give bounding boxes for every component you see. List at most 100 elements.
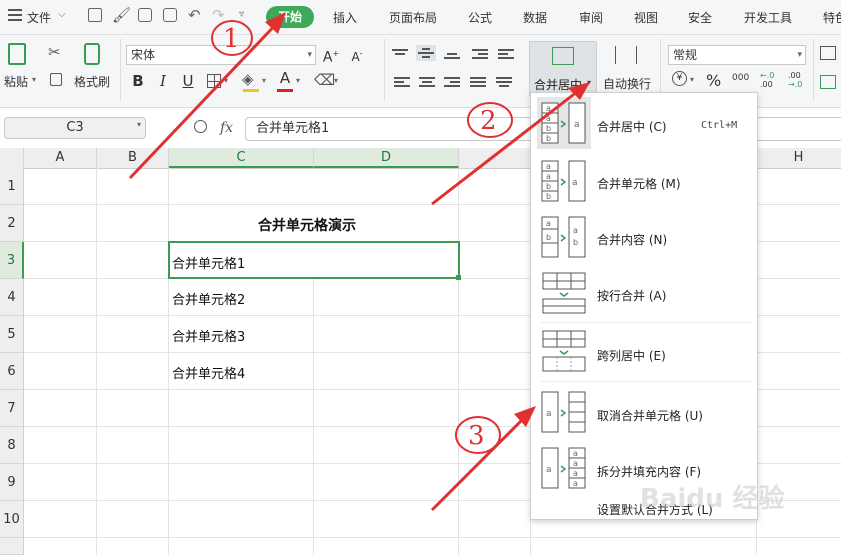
table-style-icon[interactable]	[820, 46, 836, 60]
distributed-icon[interactable]	[496, 75, 512, 89]
cell-c5[interactable]: 合并单元格3	[172, 326, 245, 345]
number-format-select[interactable]: 常规 ▾	[668, 45, 806, 65]
font-color-button[interactable]: A	[276, 69, 294, 87]
fx-button[interactable]: fx	[220, 120, 233, 136]
shrink-font-icon[interactable]: A-	[348, 45, 366, 64]
menu-item-merge-center[interactable]: aabb a 合并居中 (C) Ctrl+M	[531, 95, 757, 153]
cut-icon[interactable]: ✂	[48, 43, 61, 61]
name-box[interactable]: C3	[4, 117, 146, 139]
menu-item-merge-cells[interactable]: aabb a 合并单元格 (M)	[531, 155, 757, 209]
menu-item-merge-by-row[interactable]: 按行合并 (A)	[531, 267, 757, 321]
print-icon[interactable]	[138, 8, 152, 22]
italic-button[interactable]: I	[154, 72, 172, 90]
undo-icon[interactable]: ↶	[188, 6, 201, 24]
column-header-e[interactable]	[459, 148, 531, 168]
increase-indent-icon[interactable]	[498, 47, 514, 61]
row-header-8[interactable]: 8	[0, 427, 24, 464]
redo-icon[interactable]: ↷	[212, 6, 225, 24]
tab-formulas[interactable]: 公式	[468, 9, 492, 26]
chevron-down-icon[interactable]: ⌵	[58, 9, 66, 20]
row-header-4[interactable]: 4	[0, 279, 24, 316]
wrap-text-button[interactable]: 自动换行	[603, 75, 651, 92]
wrap-text-icon[interactable]	[615, 46, 637, 64]
format-painter-big-icon[interactable]	[84, 43, 100, 65]
cell-c6[interactable]: 合并单元格4	[172, 363, 245, 382]
thousands-button[interactable]: 000	[732, 73, 749, 83]
row-header-11[interactable]	[0, 538, 24, 555]
format-painter-icon[interactable]: 🖌	[112, 6, 131, 24]
chevron-down-icon[interactable]: ▾	[690, 75, 694, 84]
tab-data[interactable]: 数据	[523, 9, 547, 26]
grow-font-icon[interactable]: A+	[322, 45, 340, 66]
align-right-icon[interactable]	[444, 75, 460, 89]
align-middle-icon[interactable]	[416, 45, 436, 61]
tab-developer[interactable]: 开发工具	[744, 9, 792, 26]
row-header-5[interactable]: 5	[0, 316, 24, 353]
column-header-d[interactable]: D	[314, 148, 459, 168]
copy-icon[interactable]	[50, 73, 62, 86]
clear-format-icon[interactable]: ⌫	[314, 71, 335, 89]
tab-start[interactable]: 开始	[266, 6, 314, 28]
align-left-icon[interactable]	[394, 75, 410, 89]
decrease-indent-icon[interactable]	[472, 47, 488, 61]
tab-review[interactable]: 审阅	[579, 9, 603, 26]
tab-security[interactable]: 安全	[688, 9, 712, 26]
save-icon[interactable]	[88, 8, 102, 22]
row-header-2[interactable]: 2	[0, 205, 24, 242]
underline-button[interactable]: U	[179, 72, 197, 90]
cell-c4[interactable]: 合并单元格2	[172, 289, 245, 308]
tab-insert[interactable]: 插入	[333, 9, 357, 26]
print-preview-icon[interactable]	[163, 8, 177, 22]
menu-item-center-across[interactable]: 跨列居中 (E)	[531, 325, 757, 379]
currency-icon[interactable]: ¥	[672, 71, 687, 86]
row-header-3[interactable]: 3	[0, 242, 24, 279]
column-header-h[interactable]: H	[756, 148, 841, 168]
bold-button[interactable]: B	[129, 72, 147, 90]
tab-page-layout[interactable]: 页面布局	[389, 9, 437, 26]
font-name-select[interactable]: 宋体 ▾	[126, 45, 316, 65]
format-painter-button[interactable]: 格式刷	[74, 73, 110, 90]
row-header-9[interactable]: 9	[0, 464, 24, 501]
chevron-down-icon[interactable]: ▾	[296, 76, 300, 85]
align-top-icon[interactable]	[392, 47, 408, 61]
tab-features[interactable]: 特色	[823, 9, 841, 26]
paste-icon[interactable]	[8, 43, 26, 65]
row-header-7[interactable]: 7	[0, 390, 24, 427]
file-menu[interactable]: 文件	[27, 9, 51, 26]
menu-item-merge-content[interactable]: ab ab 合并内容 (N)	[531, 211, 757, 265]
chevron-down-icon[interactable]: ▾	[334, 76, 338, 85]
row-header-6[interactable]: 6	[0, 353, 24, 390]
conditional-format-icon[interactable]	[820, 75, 836, 89]
percent-button[interactable]: %	[706, 71, 721, 90]
tab-view[interactable]: 视图	[634, 9, 658, 26]
column-header-b[interactable]: B	[97, 148, 169, 168]
justify-icon[interactable]	[470, 75, 486, 89]
svg-text:a: a	[573, 459, 578, 468]
menu-item-unmerge[interactable]: a 取消合并单元格 (U)	[531, 385, 757, 441]
column-header-c[interactable]: C	[169, 148, 314, 168]
merged-title-cell[interactable]: 合并单元格演示	[258, 215, 356, 235]
hamburger-icon[interactable]	[8, 9, 22, 21]
watermark-logo: Baidu 经验	[640, 484, 785, 514]
chevron-down-icon[interactable]: ▾	[224, 76, 228, 85]
row-header-1[interactable]: 1	[0, 168, 24, 205]
chevron-down-icon[interactable]: ▾	[262, 76, 266, 85]
zoom-lookup-icon[interactable]	[194, 120, 207, 133]
row-header-10[interactable]: 10	[0, 501, 24, 538]
paste-chevron-icon[interactable]: ▾	[32, 75, 36, 84]
align-bottom-icon[interactable]	[444, 47, 460, 61]
customize-icon[interactable]: ▿	[239, 9, 244, 20]
merge-center-button[interactable]: 合并居中 ▾	[529, 41, 597, 97]
select-all-corner[interactable]	[0, 148, 24, 168]
column-header-a[interactable]: A	[24, 148, 97, 168]
gridline	[168, 168, 169, 555]
border-icon[interactable]	[207, 74, 221, 88]
increase-decimal-icon[interactable]: ←.0.00	[760, 71, 774, 89]
paste-button[interactable]: 粘贴	[4, 73, 28, 90]
cell-c3[interactable]: 合并单元格1	[172, 253, 245, 272]
fill-handle[interactable]	[456, 275, 461, 280]
align-center-icon[interactable]	[419, 75, 435, 89]
fill-color-icon[interactable]: ◈	[242, 70, 254, 88]
chevron-down-icon[interactable]: ▾	[137, 120, 141, 129]
decrease-decimal-icon[interactable]: .00 →.0	[788, 71, 802, 89]
